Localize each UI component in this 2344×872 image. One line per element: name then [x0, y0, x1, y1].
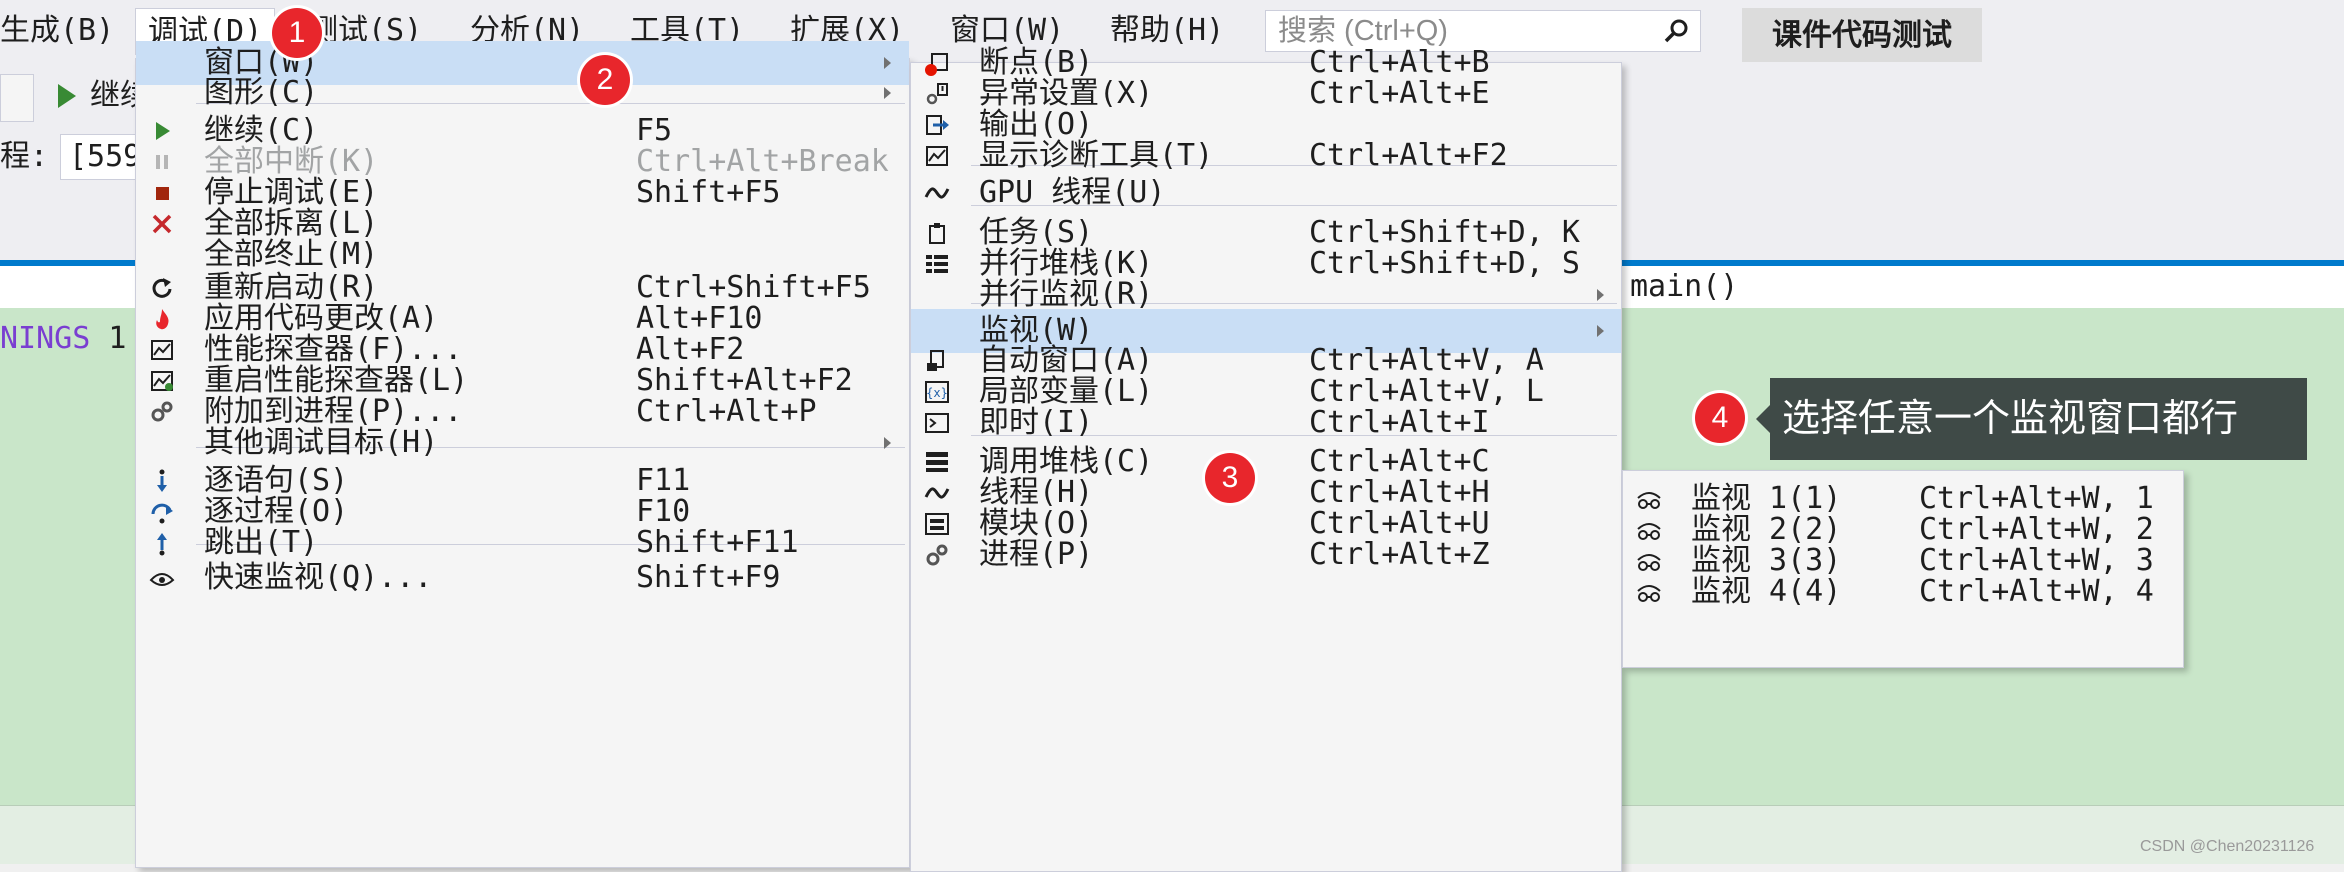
menu-item-shortcut: Ctrl+Alt+I — [1309, 405, 1490, 440]
watch-icon — [1637, 585, 1661, 602]
quickwatch-icon — [149, 573, 175, 586]
menu-item-label: 监视 4(4) — [1691, 574, 1842, 609]
step-out-icon — [157, 533, 167, 556]
windows-menu-item-4[interactable]: GPU 线程(U) — [911, 171, 1621, 215]
watermark: CSDN @Chen20231126 — [2140, 838, 2315, 855]
menu-item-label: 快速监视(Q)... — [204, 560, 433, 595]
annotation-badge-1: 1 — [272, 8, 322, 58]
debug-windows-submenu: 断点(B) Ctrl+Alt+B 异常设置(X) Ctrl+Alt+E 输出(O) 显示诊… — [910, 45, 1622, 872]
submenu-arrow-icon — [884, 87, 891, 99]
play-icon[interactable] — [58, 84, 76, 108]
menu-item-label: GPU 线程(U) — [979, 175, 1166, 210]
search-icon — [1664, 19, 1688, 43]
config-dropdown[interactable] — [0, 74, 34, 122]
submenu-arrow-icon — [1597, 289, 1604, 301]
submenu-arrow-icon — [1597, 325, 1604, 337]
annotation-badge-2: 2 — [580, 55, 630, 105]
menu-item-shortcut: Ctrl+Alt+Z — [1309, 537, 1490, 572]
menu-build[interactable]: 生成(B) — [0, 8, 126, 54]
debug-menu-item-16[interactable]: 快速监视(Q)... Shift+F9 — [136, 556, 909, 600]
member-dropdown[interactable]: main() — [1630, 266, 1738, 308]
diagnostics-icon — [926, 146, 948, 166]
svg-text:{x}: {x} — [926, 386, 948, 400]
submenu-arrow-icon — [884, 57, 891, 69]
annotation-callout: 选择任意一个监视窗口都行 — [1756, 378, 2307, 460]
code-token: NINGS — [0, 321, 91, 356]
immediate-icon — [925, 413, 949, 433]
menu-item-label: 进程(P) — [979, 537, 1094, 572]
menu-item-label: 即时(I) — [979, 405, 1094, 440]
code-line: NINGS 1 — [0, 316, 126, 362]
process-label: 程: — [0, 139, 49, 174]
submenu-arrow-icon — [884, 437, 891, 449]
solution-name: 课件代码测试 — [1742, 8, 1982, 64]
debug-menu: 窗口(W) 图形(C) 继续(C) F5 全部中断(K) Ctrl+Alt+Break 停止… — [135, 41, 910, 868]
gpu-threads-icon — [924, 187, 950, 199]
code-number: 1 — [108, 321, 127, 356]
windows-menu-item-11[interactable]: 即时(I) Ctrl+Alt+I — [911, 401, 1621, 445]
processes-icon — [926, 544, 948, 566]
annotation-badge-3: 3 — [1205, 453, 1255, 503]
annotation-badge-4: 4 — [1695, 393, 1745, 443]
menu-item-shortcut: Ctrl+Alt+W, 4 — [1919, 574, 2154, 609]
menu-item-shortcut: Shift+F9 — [636, 560, 781, 595]
watch-menu-item-3[interactable]: 监视 4(4) Ctrl+Alt+W, 4 — [1623, 570, 2183, 614]
watch-submenu: 监视 1(1) Ctrl+Alt+W, 1 监视 2(2) Ctrl+Alt+W, 2… — [1622, 470, 2184, 668]
windows-menu-item-15[interactable]: 进程(P) Ctrl+Alt+Z — [911, 533, 1621, 577]
